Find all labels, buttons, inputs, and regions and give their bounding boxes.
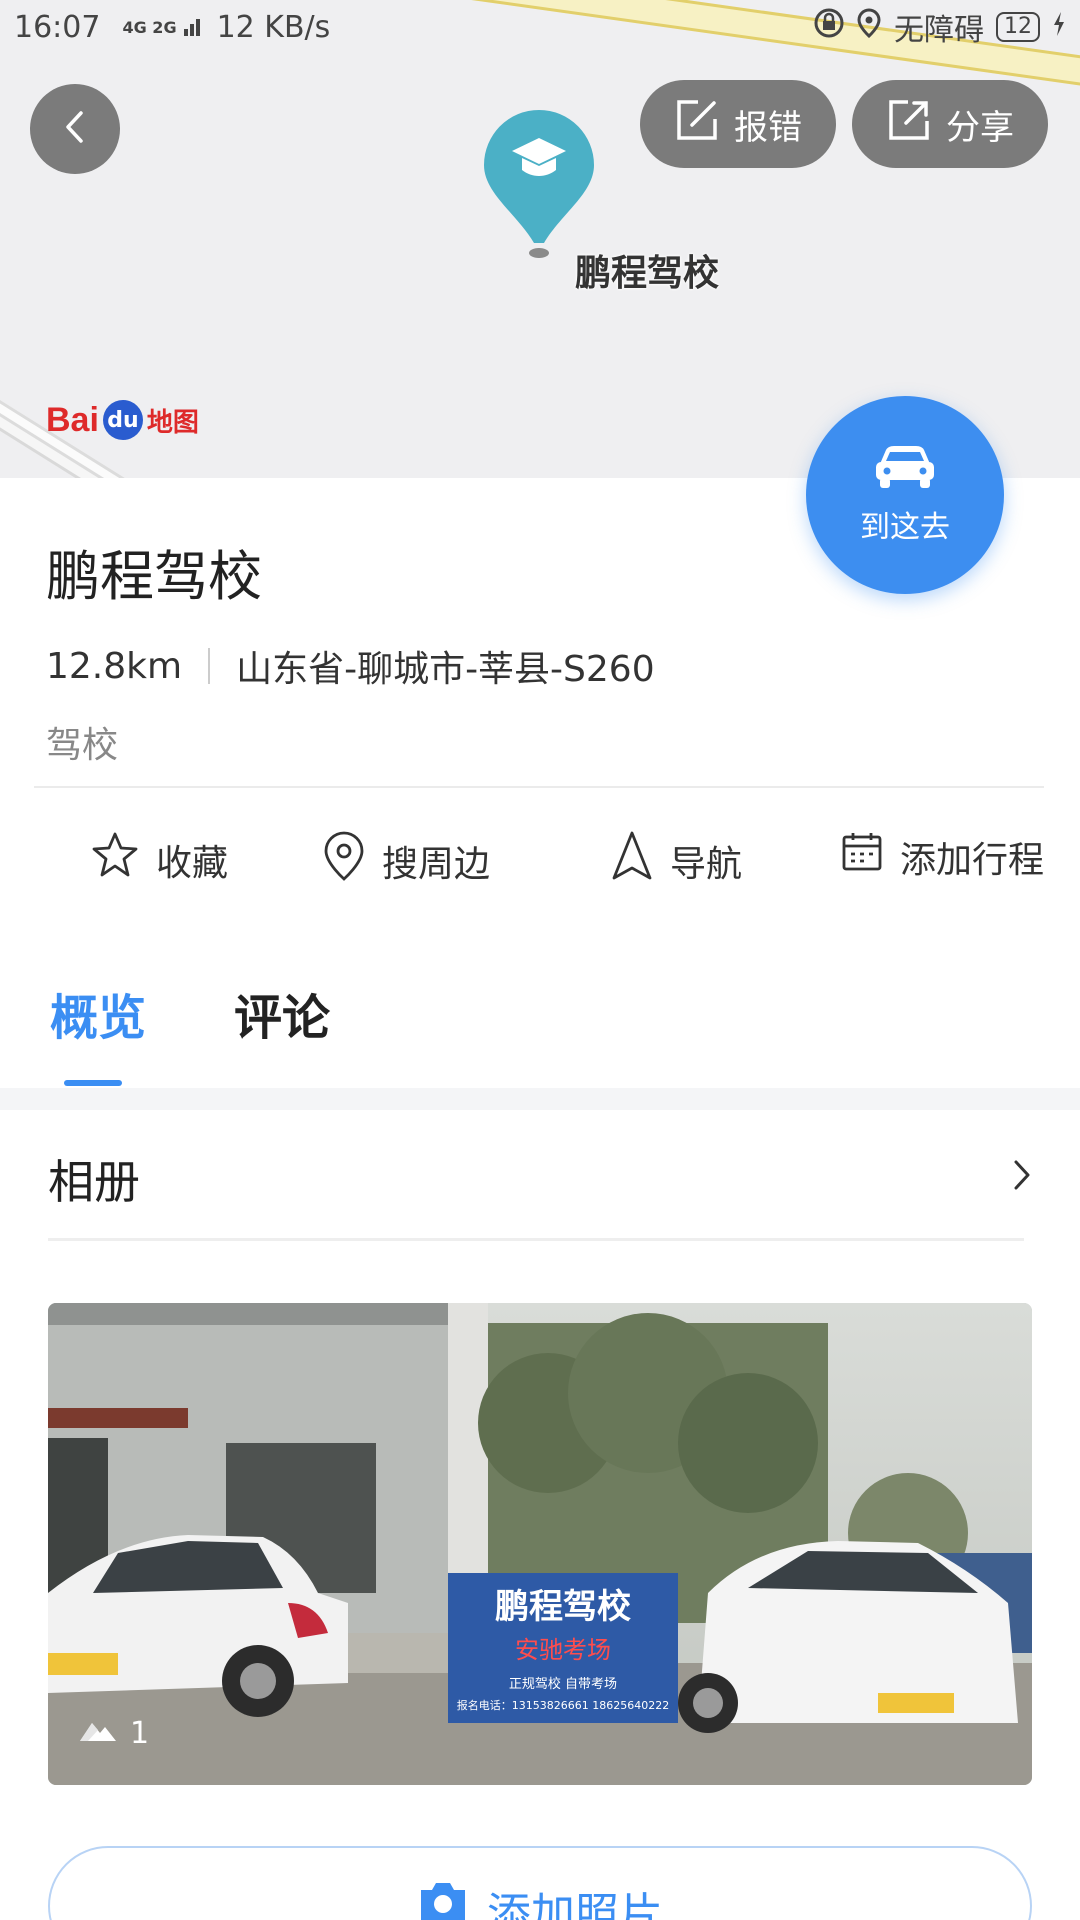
map-pin-label: 鹏程驾校 — [575, 253, 720, 294]
status-bar: 16:07 4G 2G 12 KB/s 无障碍 12 — [0, 0, 1080, 54]
place-category: 驾校 — [46, 725, 119, 766]
album-title: 相册 — [48, 1155, 140, 1209]
location-pin-icon[interactable] — [482, 108, 596, 262]
navigate-label: 导航 — [670, 843, 743, 885]
add-photo-button[interactable]: 添加照片 — [48, 1846, 1032, 1920]
divider — [34, 786, 1044, 788]
search-nearby-label: 搜周边 — [382, 843, 491, 885]
photo-count: 1 — [78, 1715, 149, 1751]
back-button[interactable] — [30, 84, 120, 174]
share-button[interactable]: 分享 — [852, 80, 1048, 168]
place-distance: 12.8km — [46, 645, 183, 687]
calendar-icon — [840, 830, 884, 883]
share-icon — [886, 97, 932, 152]
accessibility-status: 无障碍 — [894, 13, 984, 48]
favorite-label: 收藏 — [156, 842, 229, 884]
lock-icon — [814, 8, 844, 46]
location-pin-outline-icon — [322, 830, 366, 891]
share-label: 分享 — [946, 107, 1014, 148]
add-photo-label: 添加照片 — [487, 1889, 663, 1920]
map-road — [0, 300, 146, 478]
camera-icon — [417, 1878, 469, 1920]
battery-level: 12 — [996, 12, 1040, 42]
meta-divider — [208, 648, 211, 684]
navigate-button[interactable]: 导航 — [610, 830, 742, 891]
svg-text:正规驾校 自带考场: 正规驾校 自带考场 — [509, 1676, 617, 1692]
place-name: 鹏程驾校 — [46, 545, 262, 608]
add-trip-button[interactable]: 添加行程 — [840, 830, 1044, 883]
photo-count-value: 1 — [130, 1715, 150, 1751]
signal-icon — [183, 10, 205, 45]
svg-text:鹏程驾校: 鹏程驾校 — [495, 1587, 631, 1627]
report-error-label: 报错 — [734, 107, 802, 148]
edit-icon — [674, 97, 720, 152]
network-indicator: 4G 2G — [122, 17, 177, 37]
album-header[interactable]: 相册 — [0, 1110, 1080, 1240]
location-icon — [856, 8, 882, 46]
photo-image: 鹏程驾校 安驰考场 正规驾校 自带考场 报名电话：13153826661 186… — [48, 1303, 1032, 1785]
charging-icon — [1052, 10, 1066, 45]
car-icon — [874, 444, 936, 494]
star-icon — [90, 830, 140, 889]
report-error-button[interactable]: 报错 — [640, 80, 836, 168]
go-here-label: 到这去 — [860, 510, 950, 545]
album-photo[interactable]: 鹏程驾校 安驰考场 正规驾校 自带考场 报名电话：13153826661 186… — [48, 1303, 1032, 1785]
svg-text:报名电话：13153826661 18625640222: 报名电话：13153826661 18625640222 — [457, 1698, 669, 1712]
chevron-left-icon — [62, 109, 88, 149]
network-speed: 12 KB/s — [216, 9, 331, 45]
search-nearby-button[interactable]: 搜周边 — [322, 830, 490, 891]
section-separator — [0, 1088, 1080, 1110]
chevron-right-icon — [1012, 1158, 1032, 1196]
baidu-map-logo: Bai du 地图 — [46, 400, 199, 440]
navigation-arrow-icon — [610, 830, 654, 891]
add-trip-label: 添加行程 — [900, 839, 1045, 881]
place-meta: 12.8km 山东省-聊城市-莘县-S260 — [46, 640, 655, 692]
status-time: 16:07 — [14, 9, 101, 45]
active-tab-indicator — [64, 1080, 122, 1086]
svg-text:安驰考场: 安驰考场 — [515, 1636, 611, 1664]
action-bar: 收藏 搜周边 导航 添加行程 — [0, 830, 1080, 900]
go-here-button[interactable]: 到这去 — [806, 396, 1004, 594]
tab-overview[interactable]: 概览 — [50, 978, 146, 1048]
place-address: 山东省-聊城市-莘县-S260 — [236, 649, 655, 690]
favorite-button[interactable]: 收藏 — [90, 830, 228, 889]
tab-reviews[interactable]: 评论 — [234, 978, 330, 1048]
mountain-icon — [78, 1715, 118, 1751]
tab-bar: 概览 评论 — [0, 968, 1080, 1088]
divider — [48, 1238, 1024, 1241]
